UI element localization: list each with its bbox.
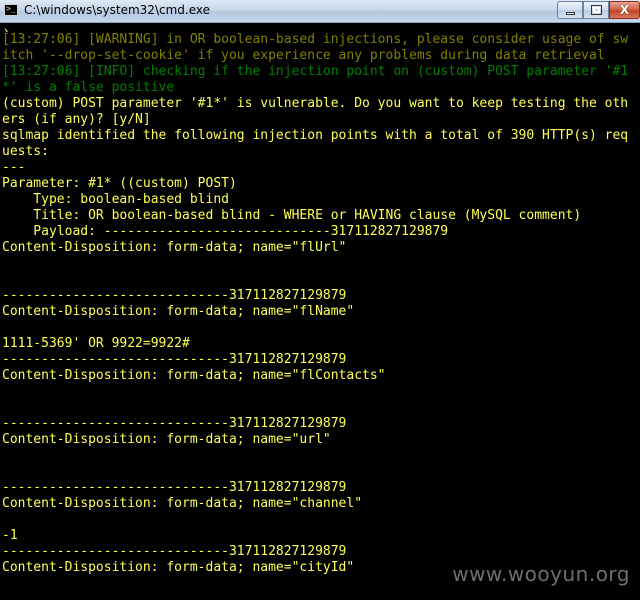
console-line: ---: [2, 160, 26, 175]
maximize-icon: [591, 5, 602, 15]
console-line: (custom) POST parameter '#1*' is vulnera…: [2, 96, 629, 111]
console-line: -----------------------------31711282712…: [2, 480, 347, 495]
maximize-button[interactable]: [583, 1, 609, 19]
console-line: Type: boolean-based blind: [2, 192, 229, 207]
console-line: Title: OR boolean-based blind - WHERE or…: [2, 208, 582, 223]
console-line: Parameter: #1* ((custom) POST): [2, 176, 237, 191]
console-line: -----------------------------31711282712…: [2, 544, 347, 559]
console-app-icon[interactable]: >_: [4, 4, 18, 16]
watermark: www.wooyun.org: [452, 562, 630, 586]
console-line: *' is a false positive: [2, 80, 175, 95]
console-line: -----------------------------31711282712…: [2, 352, 347, 367]
console-line: -1: [2, 528, 18, 543]
minimize-icon: [566, 12, 575, 15]
console-line: 1111-5369' OR 9922=9922#: [2, 336, 190, 351]
console-line: Content-Disposition: form-data; name="fl…: [2, 240, 347, 255]
console-line: Content-Disposition: form-data; name="ur…: [2, 432, 331, 447]
console-line: itch '--drop-set-cookie' if you experien…: [2, 48, 605, 63]
console-line: ers (if any)? [y/N]: [2, 112, 151, 127]
console-line: [13:27:06] [WARNING] in OR boolean-based…: [2, 32, 629, 47]
close-icon: X: [619, 3, 630, 17]
console-line: sqlmap identified the following injectio…: [2, 128, 629, 143]
console-icon-glyph: >_: [6, 4, 16, 13]
console-line: ›: [2, 24, 10, 32]
console-line: -----------------------------31711282712…: [2, 416, 347, 431]
console-line: Payload: -----------------------------31…: [2, 224, 449, 239]
console-line: -----------------------------31711282712…: [2, 288, 347, 303]
window-title: C:\windows\system32\cmd.exe: [24, 3, 210, 17]
console-line: uests:: [2, 144, 49, 159]
console-line: [13:27:06] [INFO] checking if the inject…: [2, 64, 629, 79]
cmd-window: >_ C:\windows\system32\cmd.exe X › [13:27…: [0, 0, 640, 600]
console-line: Content-Disposition: form-data; name="ch…: [2, 496, 363, 511]
console-line: Content-Disposition: form-data; name="fl…: [2, 368, 386, 383]
minimize-button[interactable]: [557, 1, 583, 19]
close-button[interactable]: X: [609, 1, 640, 19]
console-line: Content-Disposition: form-data; name="fl…: [2, 304, 355, 319]
title-bar[interactable]: >_ C:\windows\system32\cmd.exe X: [0, 0, 640, 23]
console-output[interactable]: › [13:27:06] [WARNING] in OR boolean-base…: [2, 24, 640, 600]
